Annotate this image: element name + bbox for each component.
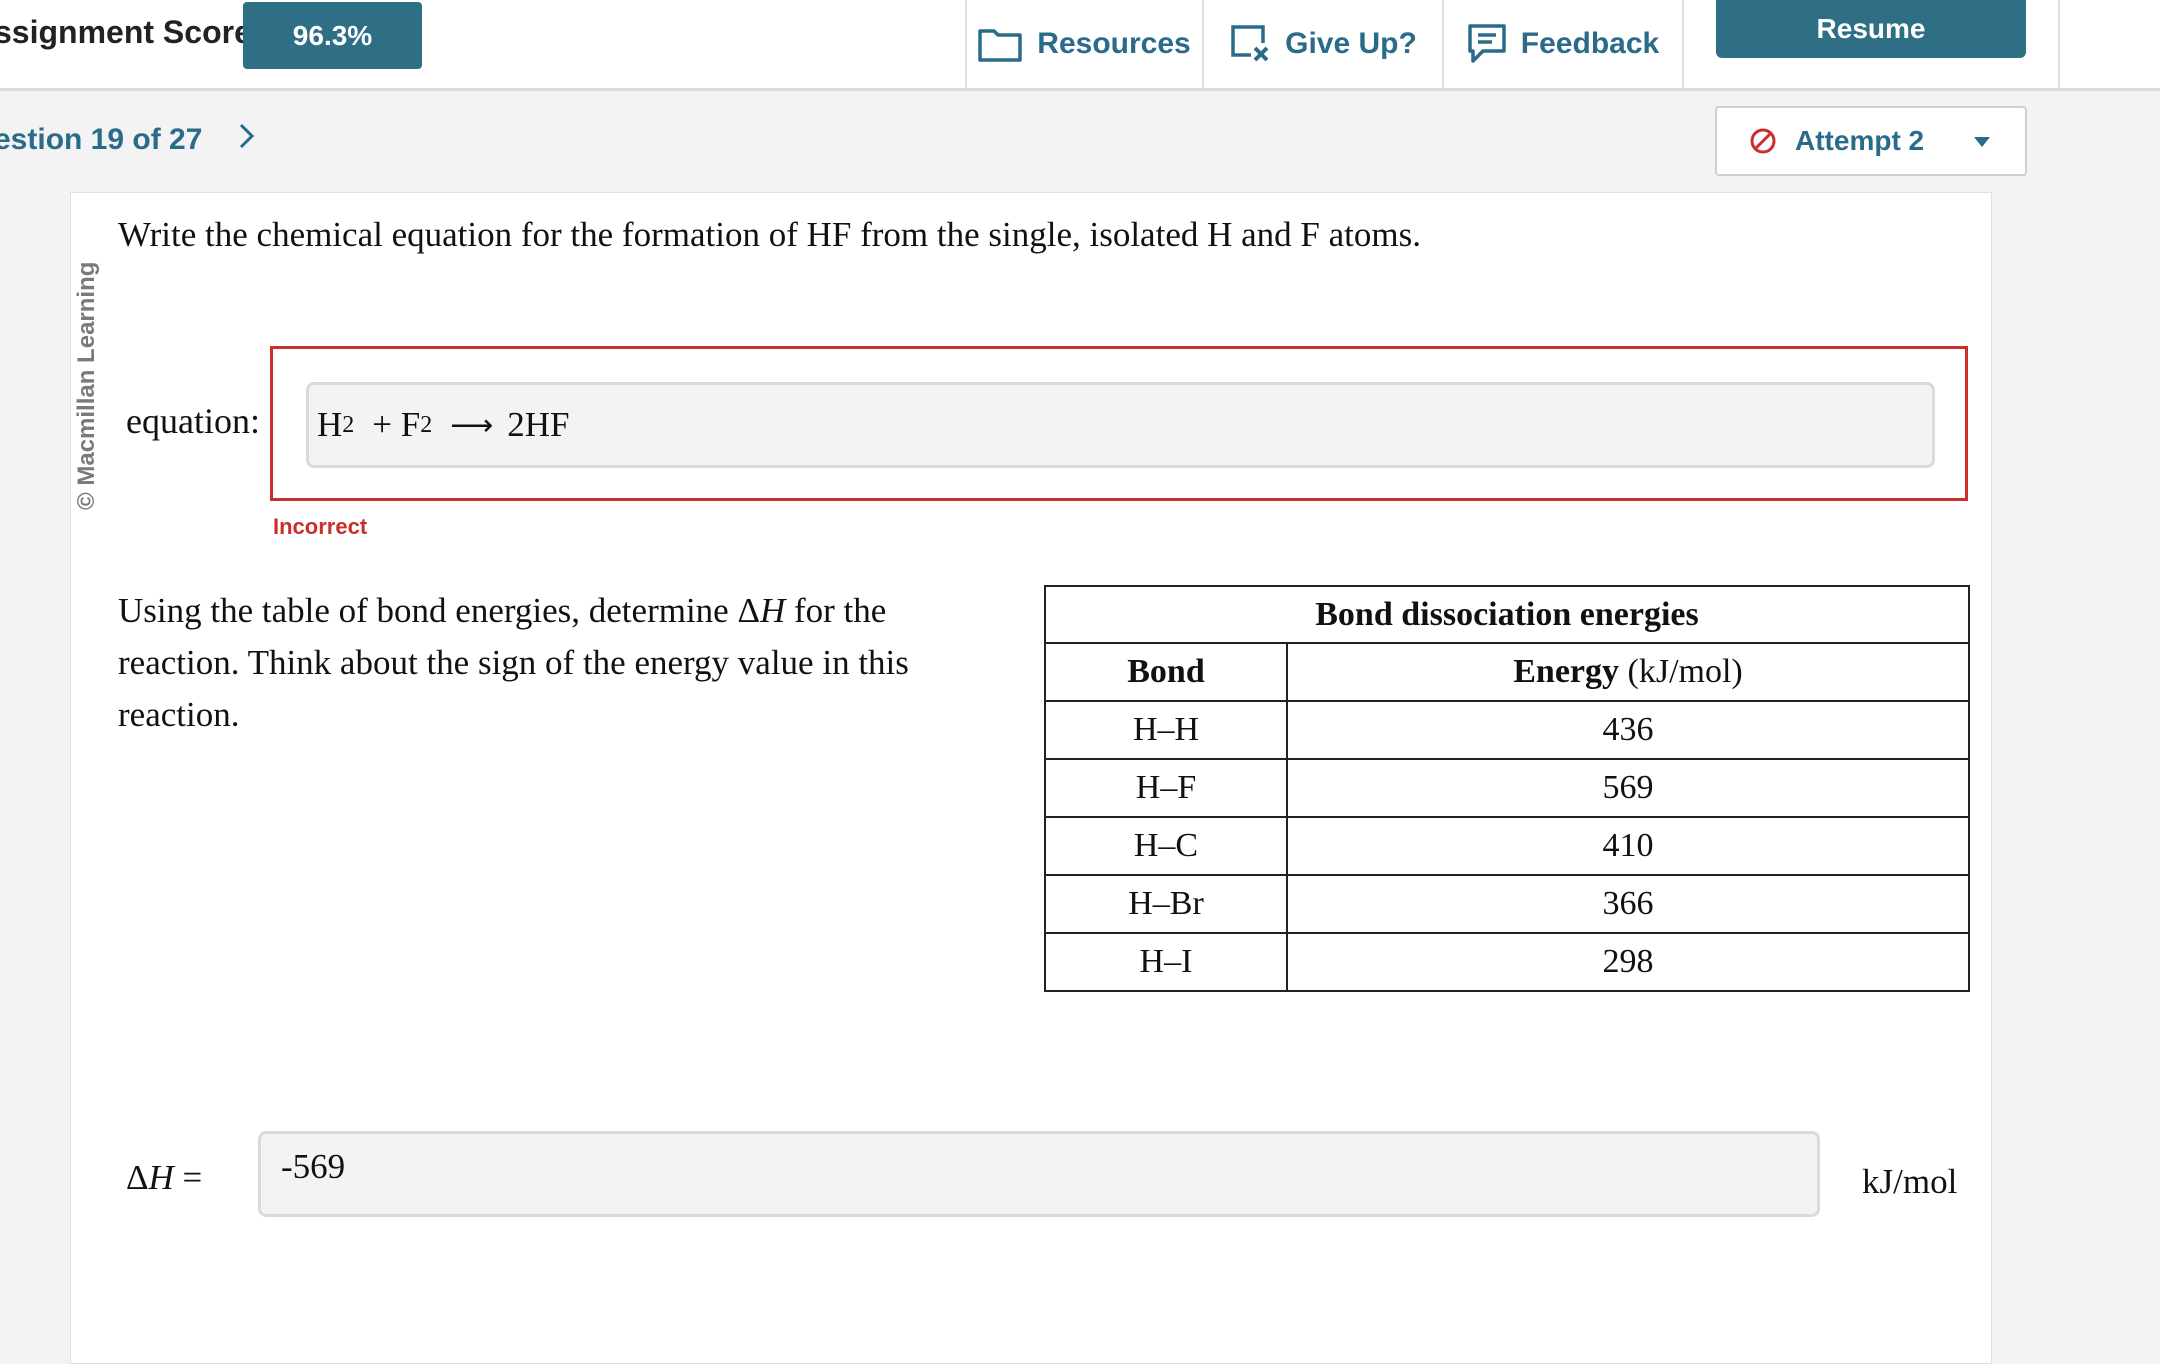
caret-down-icon (1974, 137, 1990, 147)
table-row: H–C 410 (1044, 816, 1970, 876)
equation-term: H (317, 405, 343, 444)
table-caption: Bond dissociation energies (1044, 585, 1970, 644)
energy-cell: 436 (1286, 700, 1970, 760)
energy-cell: 569 (1286, 758, 1970, 818)
bond-cell: H–F (1044, 758, 1288, 818)
column-header-energy-unit: (kJ/mol) (1619, 653, 1743, 690)
equation-product: 2HF (507, 405, 570, 444)
question-prompt-2: Using the table of bond energies, determ… (118, 585, 978, 741)
bond-cell: H–I (1044, 932, 1288, 992)
give-up-icon (1231, 25, 1269, 62)
table-row: H–H 436 (1044, 700, 1970, 760)
table-row: H–Br 366 (1044, 874, 1970, 934)
question-navigator: estion 19 of 27 (0, 122, 256, 158)
chevron-right-icon (240, 123, 255, 149)
resources-label: Resources (1037, 27, 1191, 60)
energy-cell: 410 (1286, 816, 1970, 876)
resources-button[interactable]: Resources (967, 0, 1201, 88)
table-row: H–I 298 (1044, 932, 1970, 992)
feedback-icon (1468, 24, 1506, 63)
delta-h-input[interactable]: -569 (258, 1131, 1820, 1217)
bond-cell: H–Br (1044, 874, 1288, 934)
delta-variable: H (148, 1158, 174, 1197)
bond-cell: H–C (1044, 816, 1288, 876)
equation-subscript: 2 (420, 411, 433, 438)
attempt-label: Attempt 2 (1795, 125, 1925, 156)
bond-cell: H–H (1044, 700, 1288, 760)
delta-h-unit: kJ/mol (1862, 1162, 1958, 1201)
feedback-label: Feedback (1520, 27, 1660, 60)
bond-energy-table: Bond dissociation energies Bond Energy (… (1044, 585, 1970, 992)
next-question-button[interactable] (238, 122, 256, 158)
column-header-energy-label: Energy (1513, 653, 1620, 690)
delta-h-label: ΔH = (126, 1158, 202, 1198)
attempt-dropdown[interactable]: Attempt 2 (1715, 106, 2027, 176)
prompt-text: Using the table of bond energies, determ… (118, 591, 760, 630)
column-header-bond: Bond (1044, 642, 1288, 702)
energy-cell: 298 (1286, 932, 1970, 992)
equation-term: + F (372, 405, 421, 444)
reaction-arrow: ⟶ (450, 408, 494, 442)
prompt-variable: H (759, 591, 786, 630)
delta-symbol: Δ (126, 1158, 149, 1197)
question-counter: estion 19 of 27 (0, 123, 203, 156)
give-up-label: Give Up? (1285, 27, 1417, 60)
top-bar: ssignment Score: 96.3% Resources Give Up… (0, 0, 2160, 91)
nav-divider (1682, 0, 1684, 88)
macmillan-watermark: © Macmillan Learning (73, 262, 101, 510)
folder-icon (978, 29, 1023, 62)
question-prompt-1: Write the chemical equation for the form… (118, 215, 1421, 254)
feedback-button[interactable]: Feedback (1444, 0, 1682, 88)
column-header-energy: Energy (kJ/mol) (1286, 642, 1970, 702)
equation-input[interactable]: H2 + F2 ⟶ 2HF (306, 382, 1935, 468)
delta-equals: = (173, 1158, 203, 1197)
incorrect-status: Incorrect (273, 514, 368, 539)
nav-divider (2058, 0, 2060, 88)
table-row: H–F 569 (1044, 758, 1970, 818)
assignment-score-label: ssignment Score: (0, 14, 263, 50)
energy-cell: 366 (1286, 874, 1970, 934)
give-up-button[interactable]: Give Up? (1204, 0, 1442, 88)
equation-label: equation: (126, 401, 260, 441)
no-entry-icon (1750, 128, 1776, 154)
equation-subscript: 2 (342, 411, 355, 438)
assignment-score-badge: 96.3% (243, 2, 422, 69)
resume-button[interactable]: Resume (1716, 0, 2026, 58)
